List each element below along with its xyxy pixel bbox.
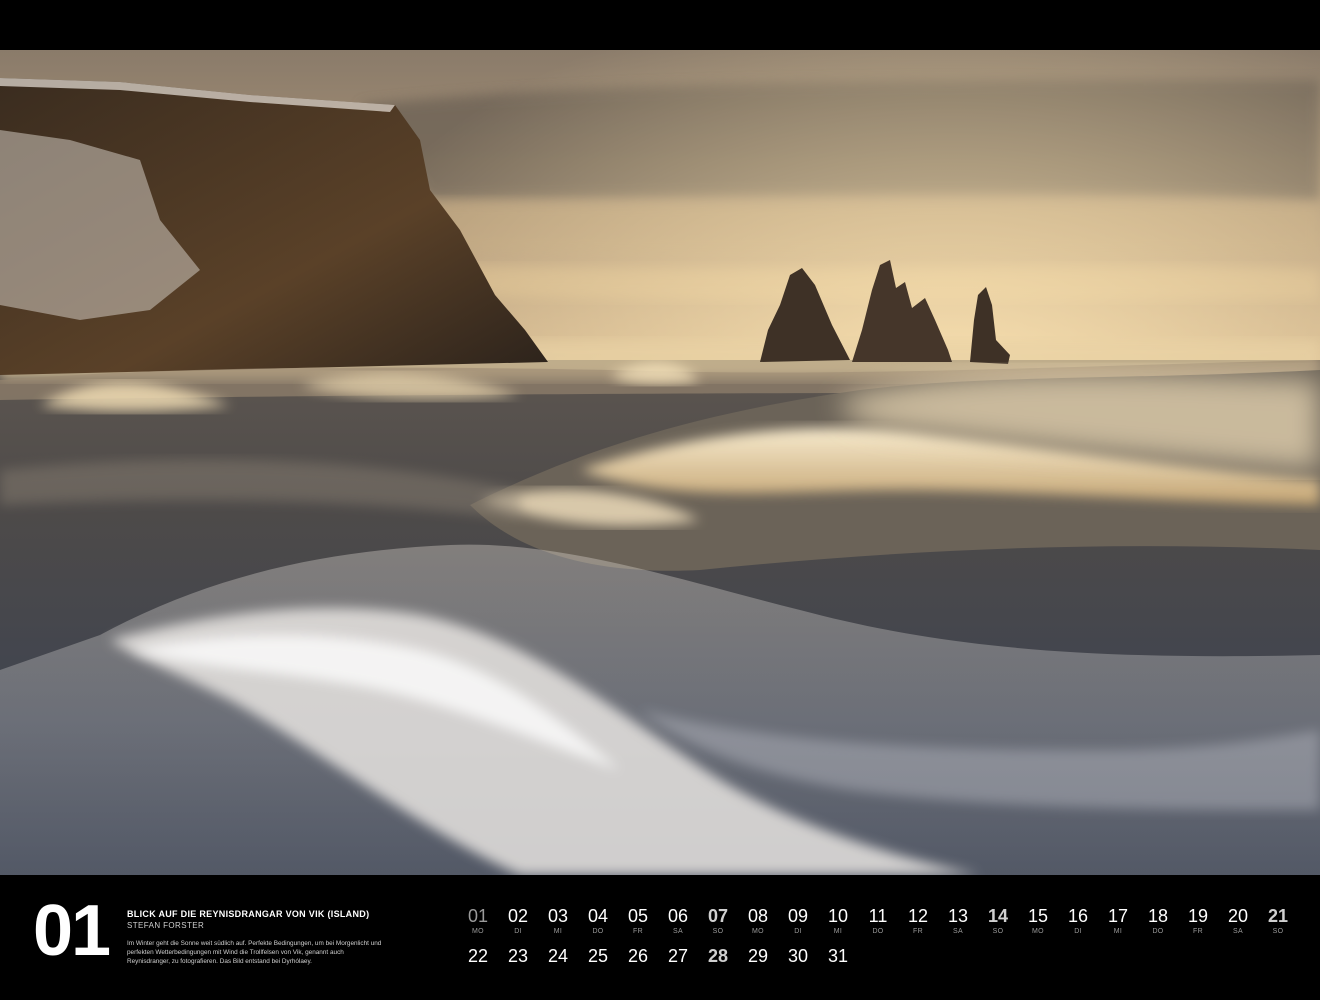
day-number: 21: [1267, 906, 1289, 926]
weekday-label: MI: [553, 928, 563, 935]
day-number: 13: [947, 906, 969, 926]
day-cell: 15 MO: [1018, 906, 1058, 937]
day-number: 09: [787, 906, 809, 926]
day-cell: 11 DO: [858, 906, 898, 937]
day-number: 17: [1107, 906, 1129, 926]
weekday-label: MO: [472, 928, 484, 935]
weekday-label: SO: [712, 928, 724, 935]
day-number: 02: [507, 906, 529, 926]
photo-illustration: [0, 50, 1320, 875]
day-cell: 06 SA: [658, 906, 698, 937]
day-number: 05: [627, 906, 649, 926]
weekday-label: SO: [992, 928, 1004, 935]
weekday-label: DI: [794, 928, 802, 935]
landscape-photo: [0, 50, 1320, 875]
day-number: 20: [1227, 906, 1249, 926]
day-number: 04: [587, 906, 609, 926]
month-number: 01: [33, 891, 111, 971]
weekday-label: SA: [953, 928, 963, 935]
day-number: 16: [1067, 906, 1089, 926]
day-cell: 28: [698, 946, 738, 966]
day-cell: 04 DO: [578, 906, 618, 937]
weekday-label: MI: [1113, 928, 1123, 935]
day-number: 25: [587, 946, 609, 966]
day-cell: 26: [618, 946, 658, 966]
calendar-page: 01 BLICK AUF DIE REYNISDRANGAR VON VIK (…: [0, 0, 1320, 1000]
weekday-label: FR: [913, 928, 923, 935]
weekday-label: SO: [1272, 928, 1284, 935]
day-number: 07: [707, 906, 729, 926]
day-cell: 03 MI: [538, 906, 578, 937]
weekday-label: SA: [1233, 928, 1243, 935]
weekday-label: DI: [514, 928, 522, 935]
weekday-label: SA: [673, 928, 683, 935]
day-number: 14: [987, 906, 1009, 926]
weekday-label: FR: [1193, 928, 1203, 935]
day-cell: 13 SA: [938, 906, 978, 937]
weekday-label: DI: [1074, 928, 1082, 935]
day-number: 01: [467, 906, 489, 926]
day-number: 30: [787, 946, 809, 966]
day-cell: 01 MO: [458, 906, 498, 937]
day-cell: 27: [658, 946, 698, 966]
day-number: 23: [507, 946, 529, 966]
day-cell: 18 DO: [1138, 906, 1178, 937]
weekday-label: MO: [752, 928, 764, 935]
day-cell: 09 DI: [778, 906, 818, 937]
day-cell: 17 MI: [1098, 906, 1138, 937]
day-cell: 16 DI: [1058, 906, 1098, 937]
day-number: 03: [547, 906, 569, 926]
day-number: 26: [627, 946, 649, 966]
day-cell: 31: [818, 946, 858, 966]
day-number: 18: [1147, 906, 1169, 926]
caption-title: BLICK AUF DIE REYNISDRANGAR VON VIK (ISL…: [127, 909, 370, 919]
day-number: 19: [1187, 906, 1209, 926]
day-number: 11: [868, 906, 888, 926]
caption-text: Im Winter geht die Sonne weit südlich au…: [127, 940, 382, 965]
day-cell: 08 MO: [738, 906, 778, 937]
day-cell: 07 SO: [698, 906, 738, 937]
day-cell: 30: [778, 946, 818, 966]
weekday-label: DO: [592, 928, 604, 935]
day-number: 28: [707, 946, 729, 966]
weekday-label: DO: [1152, 928, 1164, 935]
weekday-label: MI: [833, 928, 843, 935]
day-cell: 14 SO: [978, 906, 1018, 937]
day-cell: 10 MI: [818, 906, 858, 937]
day-number: 10: [827, 906, 849, 926]
weekday-label: FR: [633, 928, 643, 935]
day-cell: 20 SA: [1218, 906, 1258, 937]
day-cell: 22: [458, 946, 498, 966]
day-number: 08: [747, 906, 769, 926]
caption-author: STEFAN FORSTER: [127, 921, 205, 930]
weekday-label: MO: [1032, 928, 1044, 935]
day-cell: 23: [498, 946, 538, 966]
day-number: 24: [547, 946, 569, 966]
day-cell: 21 SO: [1258, 906, 1298, 937]
day-cell: 19 FR: [1178, 906, 1218, 937]
day-number: 22: [467, 946, 489, 966]
day-cell: 05 FR: [618, 906, 658, 937]
day-cell: 12 FR: [898, 906, 938, 937]
day-cell: 02 DI: [498, 906, 538, 937]
day-number: 12: [907, 906, 929, 926]
day-number: 15: [1027, 906, 1049, 926]
day-number: 31: [827, 946, 849, 966]
weekday-label: DO: [872, 928, 884, 935]
day-number: 27: [667, 946, 689, 966]
day-number: 29: [747, 946, 769, 966]
day-cell: 29: [738, 946, 778, 966]
day-cell: 25: [578, 946, 618, 966]
day-cell: 24: [538, 946, 578, 966]
day-number: 06: [667, 906, 689, 926]
photo-caption: BLICK AUF DIE REYNISDRANGAR VON VIK (ISL…: [127, 909, 382, 966]
